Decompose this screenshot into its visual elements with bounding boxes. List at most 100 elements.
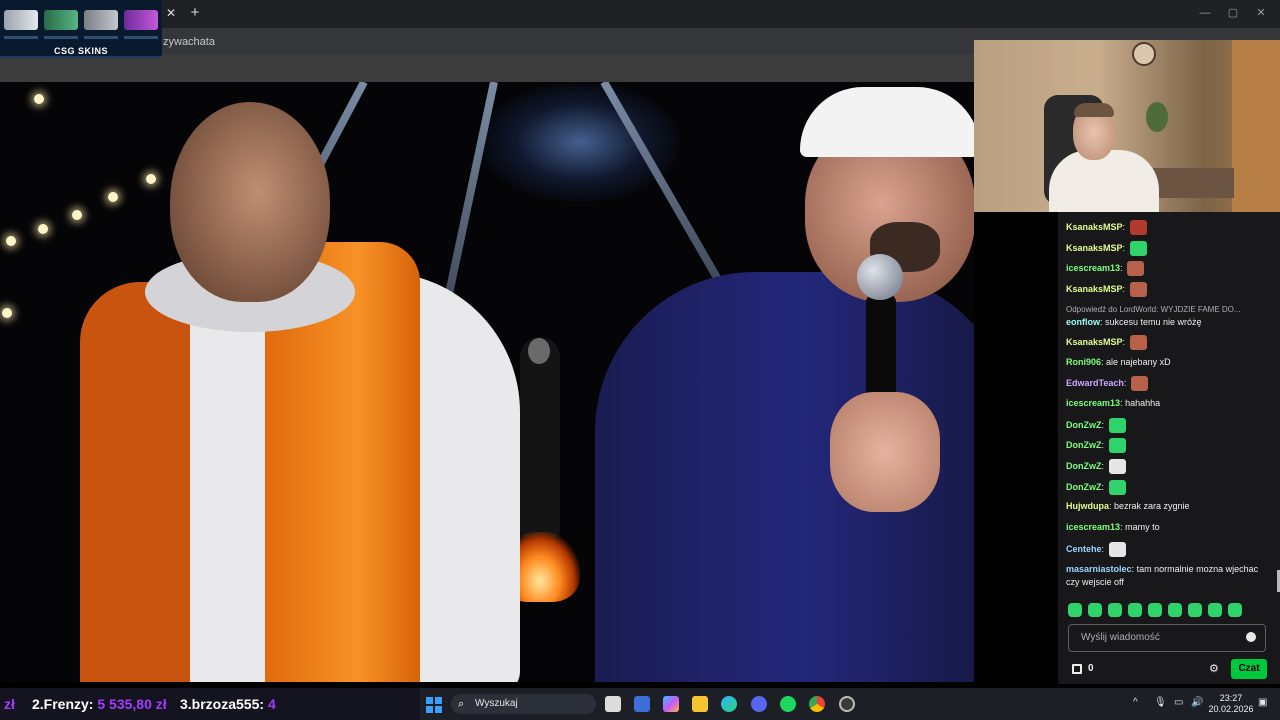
skin-label-bar (124, 36, 158, 39)
stream-video[interactable] (0, 82, 974, 682)
streamer-hair (1074, 103, 1114, 117)
face-emote-icon[interactable] (1129, 334, 1147, 350)
minimize-icon[interactable]: — (1198, 6, 1212, 20)
red-face-emote-icon[interactable] (1129, 220, 1147, 235)
webcam-overlay (974, 40, 1280, 212)
chat-text: mamy to (1125, 522, 1160, 533)
emote-icon[interactable] (1088, 603, 1102, 617)
string-light (72, 210, 82, 220)
taskbar-search[interactable]: Wyszukaj (451, 694, 596, 714)
chat-username[interactable]: KsanaksMSP (1066, 284, 1123, 294)
chat-message[interactable]: KsanaksMSP: (1066, 334, 1272, 350)
chat-username[interactable]: Hujwdupa (1066, 501, 1109, 511)
chat-username[interactable]: Centehe (1066, 544, 1102, 554)
chat-message[interactable]: masarniastolec: tam normalnie mozna wjec… (1066, 563, 1272, 589)
emote-picker-icon[interactable] (1246, 632, 1256, 642)
green-emote-icon[interactable] (1108, 479, 1126, 495)
chat-username[interactable]: icescream13 (1066, 522, 1120, 532)
chat-username[interactable]: masarniastolec (1066, 564, 1132, 574)
green-emote-icon[interactable] (1108, 438, 1126, 454)
chat-username[interactable]: DonZwZ (1066, 482, 1102, 492)
new-tab-button[interactable]: + (188, 5, 202, 21)
address-url-text[interactable]: zywachata (163, 36, 215, 48)
person-right-hand (830, 392, 940, 512)
emote-icon[interactable] (1168, 603, 1182, 617)
chat-message[interactable]: Centehe: (1066, 541, 1272, 557)
emote-icon[interactable] (1148, 603, 1162, 617)
ticker-item: zł (4, 696, 15, 712)
chat-message[interactable]: DonZwZ: (1066, 479, 1272, 495)
close-window-icon[interactable]: ✕ (1254, 6, 1268, 20)
ticker-label: 3.brzoza555: (180, 696, 265, 712)
emote-suggestions[interactable] (1068, 603, 1268, 619)
chat-message[interactable]: DonZwZ: (1066, 459, 1272, 474)
spotify-icon[interactable] (780, 696, 796, 712)
chat-username[interactable]: icescream13 (1066, 398, 1120, 408)
taskbar-clock[interactable]: 23:27 20.02.2026 (1208, 693, 1254, 715)
edge-icon[interactable] (721, 696, 737, 712)
chat-username[interactable]: DonZwZ (1066, 461, 1102, 471)
chat-settings-gear-icon[interactable]: ⚙ (1209, 662, 1219, 675)
store-icon[interactable] (634, 696, 650, 712)
chat-message[interactable]: KsanaksMSP: (1066, 282, 1272, 298)
person-left-head (170, 102, 330, 302)
chat-message[interactable]: EdwardTeach: (1066, 376, 1272, 392)
skull-emote-icon[interactable] (1108, 459, 1126, 474)
green-emote-icon[interactable] (1129, 240, 1147, 256)
file-explorer-icon[interactable] (692, 696, 708, 712)
network-icon[interactable]: ▭ (1174, 697, 1183, 708)
chat-message[interactable]: DonZwZ: (1066, 438, 1272, 454)
obs-icon[interactable] (839, 696, 855, 712)
task-view-icon[interactable] (605, 696, 621, 712)
chat-username[interactable]: Roni906 (1066, 357, 1101, 367)
microphone-tray-icon[interactable]: 🎙 (1154, 697, 1167, 708)
green-emote-icon[interactable] (1108, 417, 1126, 433)
channel-points-icon[interactable] (1072, 664, 1082, 674)
chat-username[interactable]: KsanaksMSP (1066, 222, 1123, 232)
emote-icon[interactable] (1068, 603, 1082, 617)
emote-icon[interactable] (1228, 603, 1242, 617)
emote-icon[interactable] (1128, 603, 1142, 617)
background-person (520, 337, 560, 537)
face-emote-icon[interactable] (1129, 282, 1147, 298)
chat-username[interactable]: icescream13 (1066, 263, 1120, 273)
face-emote-icon[interactable] (1127, 261, 1145, 277)
chat-username[interactable]: KsanaksMSP (1066, 337, 1123, 347)
maximize-icon[interactable]: ▢ (1226, 6, 1240, 20)
chat-username[interactable]: KsanaksMSP (1066, 243, 1123, 253)
chat-message[interactable]: Odpowiedź do LordWorld: WYJDZIE FAME DO.… (1066, 303, 1272, 329)
chat-message[interactable]: icescream13: mamy to (1066, 521, 1272, 534)
copilot-icon[interactable] (663, 696, 679, 712)
chat-message[interactable]: KsanaksMSP: (1066, 220, 1272, 235)
chat-username[interactable]: DonZwZ (1066, 419, 1102, 429)
emote-icon[interactable] (1188, 603, 1202, 617)
chat-username[interactable]: eonflow (1066, 317, 1100, 327)
notification-icon[interactable]: ▣ (1258, 697, 1267, 708)
chat-message[interactable]: DonZwZ: (1066, 417, 1272, 433)
chat-text: sukcesu temu nie wróżę (1105, 316, 1202, 327)
chrome-icon[interactable] (809, 696, 825, 712)
tray-chevron-up-icon[interactable]: ^ (1133, 697, 1138, 708)
sponsor-banner[interactable]: CSG SKINS (0, 0, 162, 58)
face-emote-icon[interactable] (1130, 376, 1148, 392)
chat-message[interactable]: icescream13: hahahha (1066, 397, 1272, 410)
discord-icon[interactable] (751, 696, 767, 712)
emote-icon[interactable] (1108, 603, 1122, 617)
tab-close-icon[interactable]: ✕ (164, 6, 178, 20)
chat-send-button[interactable]: Czat (1231, 659, 1267, 679)
chat-message-input[interactable]: Wyślij wiadomość (1068, 624, 1266, 652)
volume-icon[interactable]: 🔊 (1191, 697, 1203, 708)
chat-separator: : (1122, 242, 1128, 253)
chat-message[interactable]: Hujwdupa: bezrak zara zygnie (1066, 500, 1272, 513)
chat-message[interactable]: icescream13: (1066, 261, 1272, 277)
chat-separator: : (1101, 481, 1107, 492)
ticker-amount: 5 535,80 zł (97, 696, 167, 712)
chat-username[interactable]: EdwardTeach (1066, 378, 1124, 388)
chat-message[interactable]: Roni906: ale najebany xD (1066, 356, 1272, 369)
emote-icon[interactable] (1208, 603, 1222, 617)
chat-message[interactable]: KsanaksMSP: (1066, 240, 1272, 256)
windows-start-icon[interactable] (426, 697, 442, 713)
skull-emote-icon[interactable] (1108, 541, 1126, 557)
chat-username[interactable]: DonZwZ (1066, 440, 1102, 450)
chat-text: tam normalnie mozna wjechac (1136, 563, 1259, 574)
